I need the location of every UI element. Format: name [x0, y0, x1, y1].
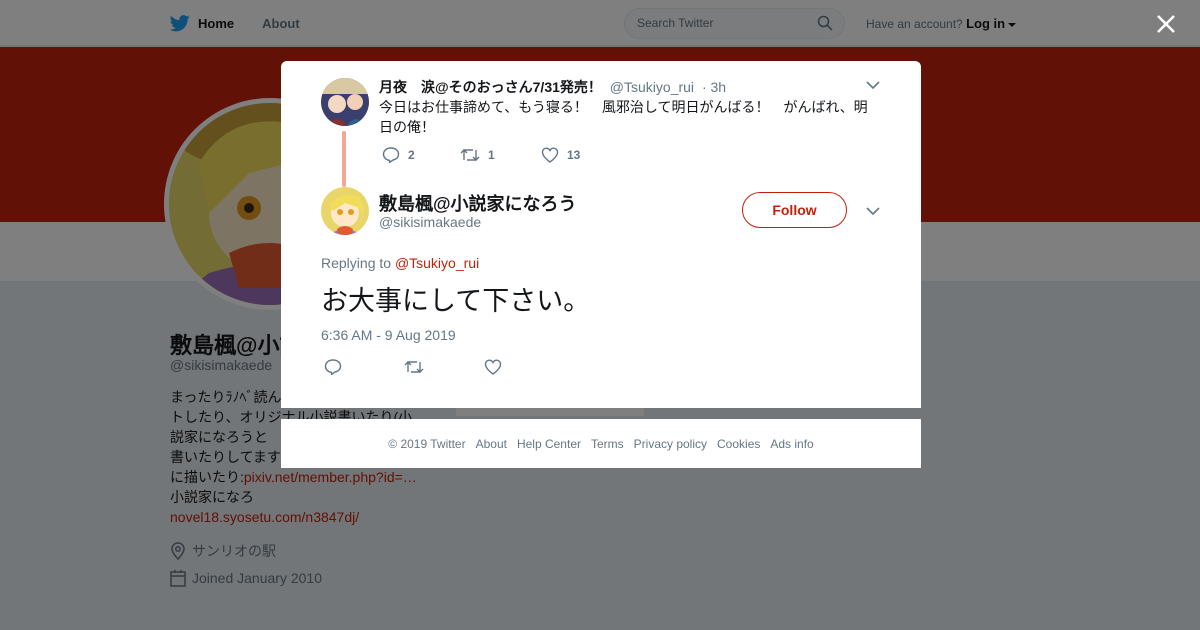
parent-tweet-text: 今日はお仕事諦めて、もう寝る！ 風邪治して明日がんばる！ がんばれ、明日の俺！ [379, 99, 868, 135]
footer-about-link[interactable]: About [476, 437, 507, 451]
parent-tweet-header: 月夜 涙@そのおっさん7/31発売！ @Tsukiyo_rui · 3h [379, 77, 726, 97]
replying-to-link[interactable]: @Tsukiyo_rui [395, 255, 479, 271]
footer-privacy-link[interactable]: Privacy policy [634, 437, 707, 451]
retweet-icon [404, 361, 424, 373]
thread-connector-line [342, 131, 346, 187]
main-avatar-art [321, 187, 369, 235]
tweet-modal: 月夜 涙@そのおっさん7/31発売！ @Tsukiyo_rui · 3h 今日は… [281, 61, 921, 408]
main-author-handle[interactable]: @sikisimakaede [379, 214, 481, 230]
reply-icon [382, 147, 400, 163]
parent-author-name[interactable]: 月夜 涙@そのおっさん7/31発売！ [379, 79, 602, 95]
retweet-count: 1 [488, 148, 495, 162]
parent-tweet-chevron-down-icon[interactable] [866, 80, 880, 90]
parent-author-handle[interactable]: @Tsukiyo_rui [610, 79, 694, 95]
parent-retweet-button[interactable]: 1 [460, 147, 541, 163]
parent-tweet-time[interactable]: · 3h [702, 79, 726, 95]
main-reply-button[interactable] [324, 359, 404, 375]
parent-reply-button[interactable]: 2 [382, 147, 460, 163]
footer-ads-info-link[interactable]: Ads info [770, 437, 813, 451]
main-author-avatar[interactable] [321, 187, 369, 235]
follow-button[interactable]: Follow [742, 192, 847, 228]
replying-to-line: Replying to @Tsukiyo_rui [321, 255, 479, 271]
reply-icon [324, 359, 342, 375]
retweet-icon [460, 149, 480, 161]
parent-avatar-art [321, 78, 369, 126]
main-like-button[interactable] [484, 359, 510, 375]
reply-count: 2 [408, 148, 415, 162]
footer-help-center-link[interactable]: Help Center [517, 437, 581, 451]
like-icon [541, 147, 559, 163]
main-tweet-text: お大事にして下さい。 [321, 286, 591, 317]
close-icon[interactable] [1154, 12, 1178, 36]
parent-tweet-actions: 2 1 13 [382, 147, 580, 163]
footer-cookies-link[interactable]: Cookies [717, 437, 760, 451]
main-retweet-button[interactable] [404, 359, 484, 375]
parent-author-avatar[interactable] [321, 78, 369, 126]
modal-footer: © 2019 Twitter About Help Center Terms P… [281, 419, 921, 468]
main-tweet-timestamp[interactable]: 6:36 AM - 9 Aug 2019 [321, 327, 456, 343]
main-tweet-chevron-down-icon[interactable] [866, 206, 880, 216]
like-icon [484, 359, 502, 375]
like-count: 13 [567, 148, 581, 162]
replying-prefix: Replying to [321, 255, 392, 271]
footer-terms-link[interactable]: Terms [591, 437, 624, 451]
main-tweet-actions [324, 359, 510, 375]
footer-copyright: © 2019 Twitter [388, 436, 466, 451]
main-author-name[interactable]: 敷島楓@小説家になろう [379, 190, 577, 216]
parent-like-button[interactable]: 13 [541, 147, 580, 163]
